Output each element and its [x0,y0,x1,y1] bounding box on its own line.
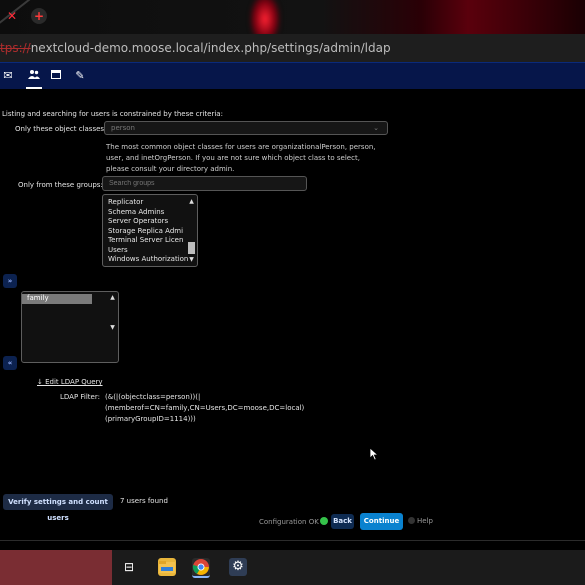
help-link[interactable]: Help [417,517,433,525]
browser-tab-bar: ✕ + [0,0,585,34]
ldap-filter-line-1: (&(|(objectclass=person))(| [105,393,201,401]
app-header: ✉ ✎ [0,62,585,89]
list-item[interactable]: Windows Authorization [103,255,197,265]
task-view-icon[interactable]: ⊟ [120,558,138,576]
available-groups-list[interactable]: Replicator Schema Admins Server Operator… [102,194,198,267]
object-classes-value: person [111,124,135,132]
scroll-up-icon[interactable]: ▲ [108,294,117,301]
mail-icon[interactable]: ✉ [0,68,16,84]
continue-button[interactable]: Continue [360,513,403,530]
scroll-up-icon[interactable]: ▲ [187,198,196,205]
url-text: nextcloud-demo.moose.local/index.php/set… [30,41,391,55]
active-tab-indicator [26,87,42,89]
scroll-down-icon[interactable]: ▼ [187,256,196,263]
edit-icon[interactable]: ✎ [72,68,88,84]
search-groups-input[interactable] [102,176,307,191]
ldap-filter-line-2: (memberof=CN=family,CN=Users,DC=moose,DC… [105,404,305,412]
object-classes-help-3: please consult your directory admin. [106,165,235,173]
back-button[interactable]: Back [331,514,354,529]
divider [0,540,585,541]
selected-groups-list[interactable]: family ▲ ▼ [21,291,119,363]
list-item[interactable]: Users [103,246,197,256]
add-group-button[interactable]: » [3,274,17,288]
chrome-icon[interactable] [192,558,210,578]
users-found-text: 7 users found [120,497,168,505]
object-classes-label: Only these object classes: [15,125,107,133]
settings-icon[interactable]: ⚙ [229,558,247,576]
taskbar-search-area[interactable] [0,550,112,585]
edit-ldap-query-link[interactable]: ↓ Edit LDAP Query [37,378,103,386]
list-item[interactable]: Storage Replica Admi [103,227,197,237]
url-scheme: tps:// [0,41,31,55]
scrollbar-thumb[interactable] [188,242,195,254]
status-ok-icon [320,517,328,525]
ldap-filter-line-3: (primaryGroupID=1114))) [105,415,196,423]
mouse-pointer-icon [369,447,379,461]
list-item[interactable]: family [22,294,92,304]
list-item[interactable]: Replicator [103,198,197,208]
groups-label: Only from these groups: [18,181,103,189]
verify-settings-button[interactable]: Verify settings and count users [3,494,113,522]
list-item[interactable]: Terminal Server Licen [103,236,197,246]
plus-icon[interactable]: + [31,8,47,24]
calendar-icon[interactable] [48,68,64,84]
file-explorer-icon[interactable] [158,558,176,576]
scroll-down-icon[interactable]: ▼ [108,324,117,331]
close-icon[interactable]: ✕ [4,8,20,24]
address-bar[interactable]: tps://nextcloud-demo.moose.local/index.p… [0,34,585,62]
ldap-filter-label: LDAP Filter: [60,393,100,401]
list-item[interactable]: Schema Admins [103,208,197,218]
contacts-icon[interactable] [26,68,42,84]
help-icon[interactable] [408,517,415,524]
object-classes-help-1: The most common object classes for users… [106,143,376,151]
object-classes-help-2: user, and inetOrgPerson. If you are not … [106,154,360,162]
intro-text: Listing and searching for users is const… [2,110,223,118]
taskbar: ⊟ ⚙ [0,550,585,585]
object-classes-select[interactable]: person ⌄ [104,121,388,135]
configuration-status-text: Configuration OK [259,518,319,526]
remove-group-button[interactable]: « [3,356,17,370]
chevron-down-icon: ⌄ [373,124,379,132]
list-item[interactable]: Server Operators [103,217,197,227]
